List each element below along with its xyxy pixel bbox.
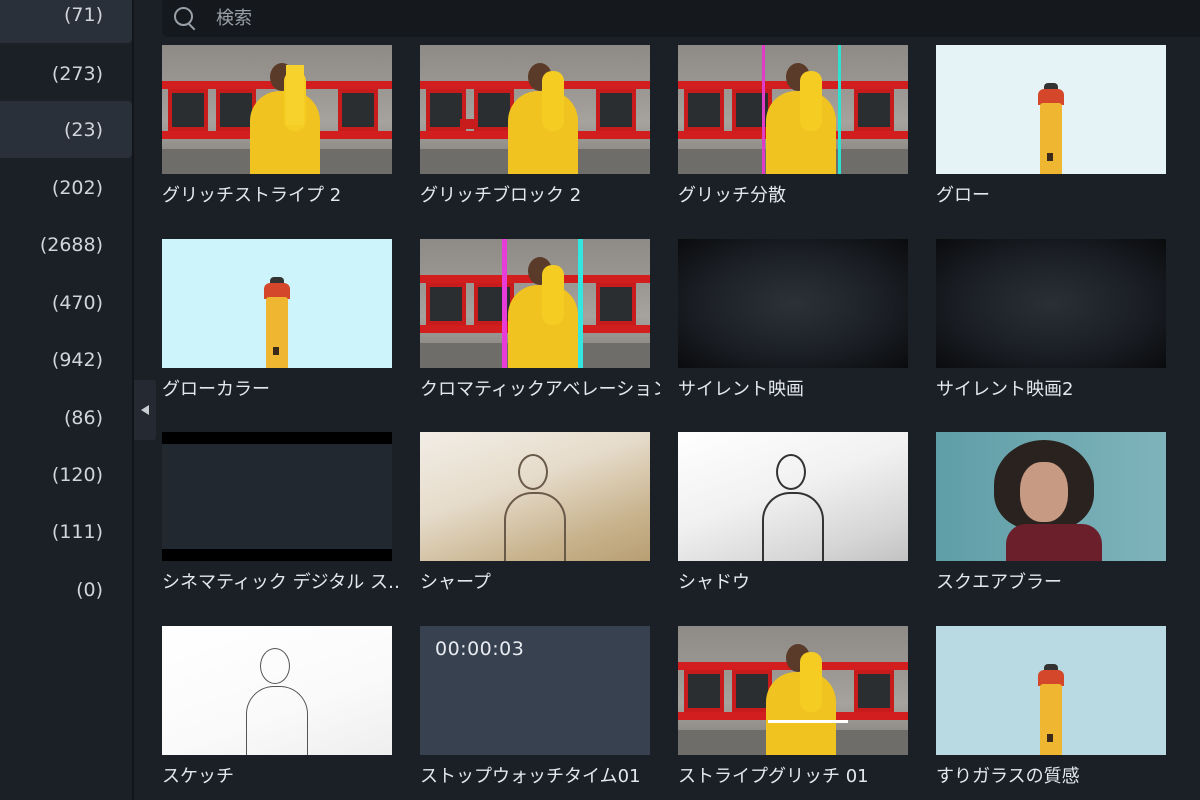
search-bar [162,0,1200,37]
effect-label: クロマティックアベレーション [420,379,660,400]
category-item[interactable]: (273) [0,45,132,102]
effect-label: すりガラスの質感 [936,766,1080,787]
effect-thumbnail [936,45,1166,174]
effect-label: グリッチ分散 [678,185,786,206]
category-item[interactable]: (71) [0,0,132,43]
category-item[interactable]: (470) [0,274,132,331]
category-item[interactable]: (120) [0,446,132,503]
chevron-left-icon [141,405,149,415]
effect-thumbnail [936,626,1166,755]
category-item[interactable]: (86) [0,389,132,446]
effect-thumbnail [162,432,392,561]
category-item[interactable]: (202) [0,159,132,216]
effect-label: スケッチ [162,766,234,787]
effect-thumbnail [162,45,392,174]
category-count: (2688) [39,233,103,256]
category-count: (111) [51,520,103,543]
effect-label: グリッチストライプ 2 [162,185,342,206]
category-item[interactable]: (23) [0,101,132,158]
effect-label: サイレント映画 [678,379,804,400]
effect-label: グリッチブロック 2 [420,185,582,206]
effect-thumbnail [162,239,392,368]
category-count: (0) [76,578,103,601]
effect-thumbnail [936,432,1166,561]
effect-label: シャープ [420,572,491,593]
category-count: (86) [63,406,103,429]
category-count: (71) [63,3,103,26]
category-count: (202) [51,176,103,199]
effect-thumbnail [678,239,908,368]
category-count: (23) [63,118,103,141]
category-count: (942) [51,348,103,371]
effect-thumbnail [936,239,1166,368]
effect-label: シャドウ [678,572,750,593]
category-item[interactable]: (0) [0,561,132,618]
search-icon[interactable] [170,4,200,34]
effect-label: スクエアブラー [936,572,1062,593]
category-item[interactable]: (2688) [0,216,132,273]
effect-label: ストライプグリッチ 01 [678,766,869,787]
search-input[interactable] [214,7,818,30]
effect-thumbnail [678,45,908,174]
effect-thumbnail [678,432,908,561]
effect-thumbnail: 00:00:03 [420,626,650,755]
category-sidebar: (71) (273) (23) (202) (2688) (470) (942)… [0,0,132,800]
timecode-text: 00:00:03 [435,638,525,660]
effect-label: サイレント映画2 [936,379,1074,400]
category-count: (120) [51,463,103,486]
effect-label: グローカラー [162,379,270,400]
effect-thumbnail [420,45,650,174]
category-item[interactable]: (111) [0,503,132,560]
effect-thumbnail [420,432,650,561]
effect-label: ストップウォッチタイム01 [420,766,641,787]
category-item[interactable]: (942) [0,331,132,388]
collapse-sidebar-button[interactable] [134,380,156,440]
category-count: (273) [51,62,103,85]
effect-thumbnail [678,626,908,755]
category-count: (470) [51,291,103,314]
effect-thumbnail [162,626,392,755]
effect-label: シネマティック デジタル ス… [162,572,402,593]
effect-label: グロー [936,185,990,206]
effect-thumbnail [420,239,650,368]
